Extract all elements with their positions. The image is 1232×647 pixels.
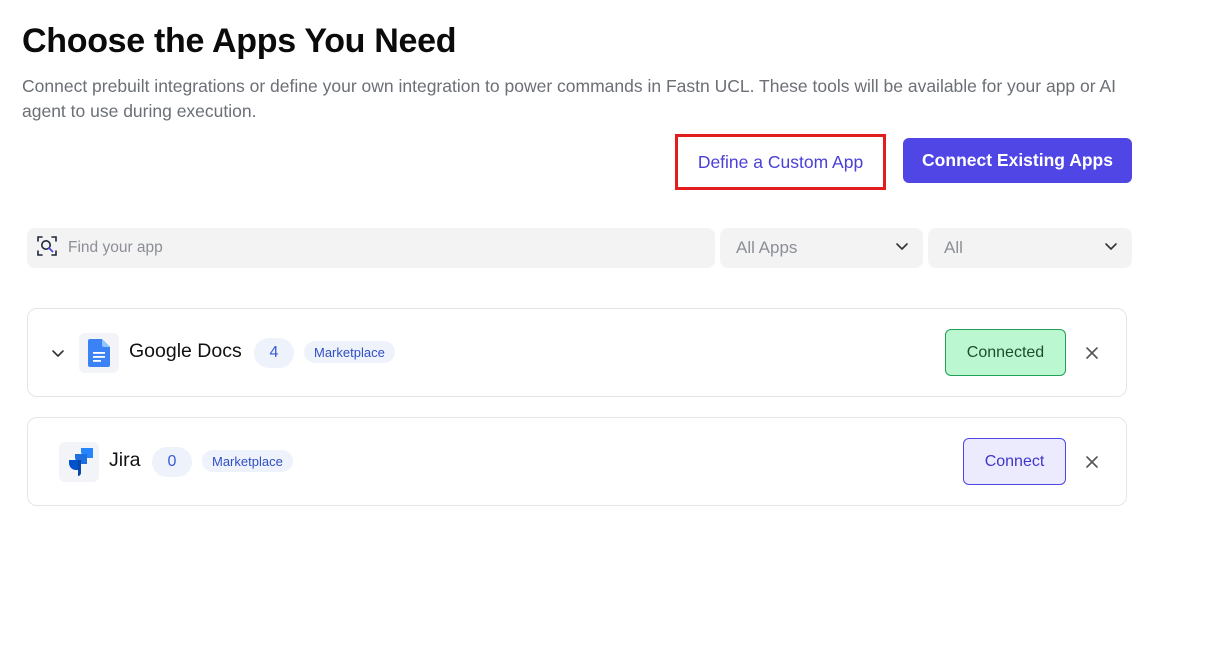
- status-select-value: All: [944, 238, 963, 257]
- connect-button[interactable]: Connect: [963, 438, 1066, 485]
- chevron-down-icon: [895, 238, 909, 258]
- app-name: Google Docs: [129, 340, 242, 362]
- chevron-down-icon: [1104, 238, 1118, 258]
- search-input[interactable]: [68, 239, 668, 257]
- connect-existing-apps-button[interactable]: Connect Existing Apps: [903, 138, 1132, 183]
- choose-apps-page: Choose the Apps You Need Connect prebuil…: [0, 0, 1232, 647]
- marketplace-badge: Marketplace: [202, 450, 293, 472]
- search-field[interactable]: [27, 228, 715, 268]
- google-docs-icon: [79, 333, 119, 373]
- status-select[interactable]: All: [928, 228, 1132, 268]
- page-title: Choose the Apps You Need: [22, 22, 457, 60]
- category-select[interactable]: All Apps: [720, 228, 923, 268]
- close-icon[interactable]: [1084, 345, 1100, 366]
- app-row-jira[interactable]: Jira 0 Marketplace Connect: [27, 417, 1127, 506]
- define-custom-app-button[interactable]: Define a Custom App: [675, 134, 886, 190]
- page-subtitle: Connect prebuilt integrations or define …: [22, 76, 1117, 121]
- command-count-badge: 4: [254, 338, 294, 368]
- marketplace-badge: Marketplace: [304, 341, 395, 363]
- close-icon[interactable]: [1084, 454, 1100, 475]
- jira-icon: [59, 442, 99, 482]
- command-count-badge: 0: [152, 447, 192, 477]
- category-select-value: All Apps: [736, 238, 798, 257]
- app-row-google-docs[interactable]: Google Docs 4 Marketplace Connected: [27, 308, 1127, 397]
- app-name: Jira: [109, 449, 141, 471]
- search-icon: [36, 235, 58, 262]
- connected-button[interactable]: Connected: [945, 329, 1066, 376]
- expand-chevron-icon[interactable]: [50, 345, 66, 366]
